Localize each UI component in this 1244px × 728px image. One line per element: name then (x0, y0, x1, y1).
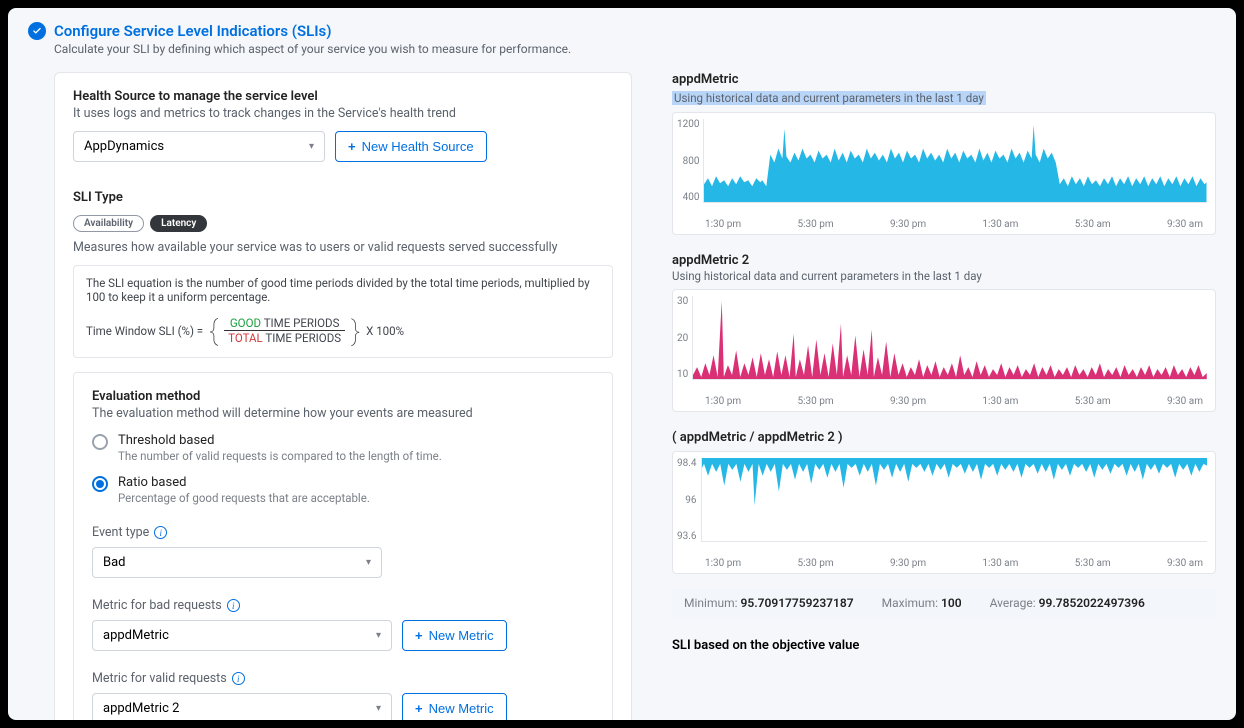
info-icon: i (227, 599, 240, 612)
info-icon: i (232, 672, 245, 685)
chevron-down-icon: ▾ (309, 141, 314, 152)
chevron-down-icon: ▾ (366, 557, 371, 568)
bad-metric-label: Metric for bad requests i (92, 598, 594, 613)
new-bad-metric-button[interactable]: + New Metric (402, 620, 507, 651)
chart3: 98.4 96 93.6 1:30 pm5:30 pm9:3 (672, 451, 1216, 574)
chart1-sub: Using historical data and current parame… (672, 91, 986, 105)
info-icon: i (154, 526, 167, 539)
radio-icon (92, 434, 108, 450)
health-source-select[interactable]: AppDynamics ▾ (73, 131, 325, 162)
check-circle-icon (28, 22, 46, 40)
health-source-value: AppDynamics (84, 139, 164, 154)
chart3-title: ( appdMetric / appdMetric 2 ) (672, 430, 1216, 445)
eval-desc: The evaluation method will determine how… (92, 406, 594, 421)
plus-icon: + (348, 139, 356, 154)
chevron-down-icon: ▾ (376, 630, 381, 641)
eval-title: Evaluation method (92, 389, 594, 404)
valid-metric-label: Metric for valid requests i (92, 671, 594, 686)
chart1: 1200 800 400 1:30 pm5:30 pm9:30 pm1:30 a… (672, 112, 1216, 235)
page-subtitle: Calculate your SLI by defining which asp… (28, 42, 1216, 56)
sli-type-desc: Measures how available your service was … (73, 240, 613, 255)
plus-icon: + (415, 628, 423, 643)
sli-objective-title: SLI based on the objective value (672, 638, 1216, 653)
chart1-title: appdMetric (672, 72, 1216, 87)
chevron-down-icon: ▾ (376, 703, 381, 714)
chart2-title: appdMetric 2 (672, 253, 1216, 268)
page-title: Configure Service Level Indicatiors (SLI… (54, 22, 332, 40)
health-source-label: Health Source to manage the service leve… (73, 89, 613, 104)
sli-equation-box: The SLI equation is the number of good t… (73, 265, 613, 358)
pill-latency[interactable]: Latency (150, 215, 207, 232)
sli-type-label: SLI Type (73, 190, 613, 205)
chart2-sub: Using historical data and current parame… (672, 269, 1216, 283)
chart2: 30 20 10 1:30 pm5:30 pm9:30 pm (672, 289, 1216, 412)
pill-availability[interactable]: Availability (73, 215, 144, 232)
event-type-label: Event type i (92, 525, 594, 540)
plus-icon: + (415, 701, 423, 716)
new-health-source-button[interactable]: + New Health Source (335, 131, 487, 162)
radio-icon-selected (92, 476, 108, 492)
config-card: Health Source to manage the service leve… (54, 72, 632, 720)
stats-row: Minimum: 95.70917759237187 Maximum: 100 … (672, 588, 1216, 618)
health-source-desc: It uses logs and metrics to track change… (73, 106, 613, 121)
radio-ratio[interactable]: Ratio based Percentage of good requests … (92, 475, 594, 505)
bad-metric-select[interactable]: appdMetric ▾ (92, 620, 392, 651)
event-type-select[interactable]: Bad ▾ (92, 547, 382, 578)
new-valid-metric-button[interactable]: + New Metric (402, 693, 507, 720)
radio-threshold[interactable]: Threshold based The number of valid requ… (92, 433, 594, 463)
valid-metric-select[interactable]: appdMetric 2 ▾ (92, 693, 392, 720)
